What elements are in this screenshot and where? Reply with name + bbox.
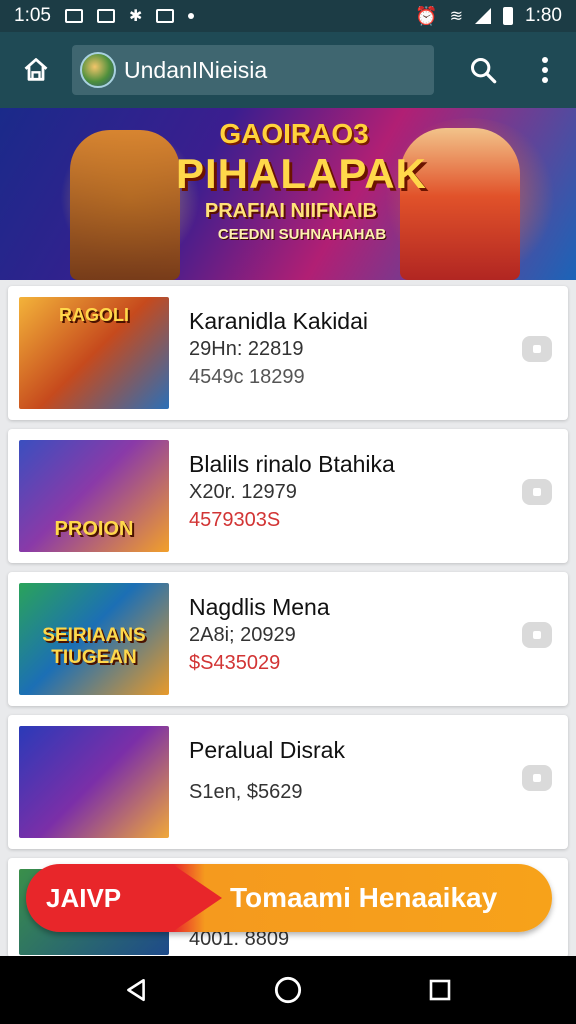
avatar [80,52,116,88]
game-thumbnail [19,726,169,838]
item-title: Peralual Disrak [189,737,345,763]
banner-title-line1: GAOIRAO3 [219,118,369,149]
thumbnail-label: PROION [54,518,134,540]
item-meta: S1en, $5629 [189,781,303,803]
item-price: $S435029 [189,652,281,674]
list-item[interactable]: PROION Blalils rinalo Btahika X20r. 1297… [8,429,568,563]
cta-banner[interactable]: JAIVP Tomaami Henaaikay [26,864,552,932]
recents-square-icon [429,979,451,1001]
item-action-button[interactable] [522,765,552,791]
system-nav-bar [0,956,576,1024]
status-time-right: 1:80 [525,5,562,26]
item-action-button[interactable] [522,622,552,648]
item-price: 4549c 18299 [189,366,305,388]
action-icon [533,631,541,639]
item-meta: 2A8i; 20929 [189,624,296,646]
thumbnail-label: SEIRIAANS TIUGEAN [42,625,146,668]
status-bar: 1:05 ✱ ⏰ ≋ 1:80 [0,0,576,32]
status-left: 1:05 ✱ [14,5,195,27]
status-time-left: 1:05 [14,5,51,26]
item-action-button[interactable] [522,479,552,505]
banner-title-line2: PIHALAPAK [176,150,427,197]
app-bar-actions [452,32,576,108]
dot-icon [188,13,195,19]
home-button[interactable] [0,32,72,108]
back-button[interactable] [106,960,166,1020]
home-circle-icon [274,976,302,1004]
wifi-icon: ≋ [449,8,464,25]
item-price: 4579303S [189,509,281,531]
game-thumbnail: SEIRIAANS TIUGEAN [19,583,169,695]
item-title: Blalils rinalo Btahika [189,451,395,477]
more-vertical-icon [542,57,548,83]
action-icon [533,345,541,353]
app-title: UndanINieisia [124,56,268,83]
item-title: Nagdlis Mena [189,594,330,620]
item-title: Karanidla Kakidai [189,308,369,334]
item-meta: 29Hn: 22819 [189,338,304,360]
cta-arrow-shape [172,864,222,932]
thumbnail-label: RAGOLI [59,305,129,325]
more-button[interactable] [514,32,576,108]
banner-hero-left [70,130,180,280]
recents-button[interactable] [410,960,470,1020]
list-item[interactable]: Peralual Disrak S1en, $5629 [8,715,568,849]
banner-title-line4: CEEDNI SUHNAHAHAB [217,226,387,243]
signal-icon [475,8,492,24]
notification-icon [64,9,83,23]
home-nav-button[interactable] [258,960,318,1020]
cta-right-label: Tomaami Henaaikay [230,882,498,913]
item-action-button[interactable] [522,336,552,362]
action-icon [533,488,541,496]
search-icon [470,57,497,84]
item-meta: X20r. 12979 [189,481,297,503]
message-icon [96,9,115,23]
banner-title-line3: PRAFIAI NIIFNAIB [204,200,378,222]
alarm-icon: ⏰ [415,5,438,26]
status-right: ⏰ ≋ 1:80 [415,5,562,27]
check-icon [156,9,175,23]
title-box[interactable]: UndanINieisia [72,45,434,95]
back-triangle-icon [127,978,145,1002]
game-thumbnail: RAGOLI [19,297,169,409]
list-item[interactable]: RAGOLI Karanidla Kakidai 29Hn: 22819 454… [8,286,568,420]
list-item[interactable]: SEIRIAANS TIUGEAN Nagdlis Mena 2A8i; 209… [8,572,568,706]
search-button[interactable] [452,32,514,108]
battery-icon [503,7,514,25]
bluetooth-icon: ✱ [128,8,143,25]
home-icon [24,58,48,81]
app-bar: UndanINieisia [0,32,576,108]
game-thumbnail: PROION [19,440,169,552]
action-icon [533,774,541,782]
cta-left-label: JAIVP [46,883,122,913]
